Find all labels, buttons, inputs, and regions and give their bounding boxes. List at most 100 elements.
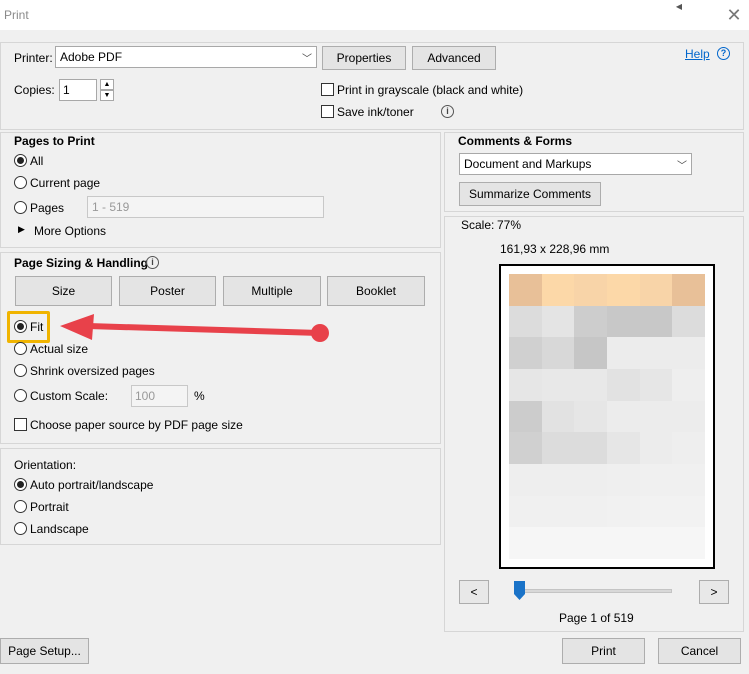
red-arrow-annotation (60, 314, 329, 342)
preview-pixel (574, 464, 608, 497)
preview-pixel (509, 527, 543, 560)
save-ink-checkbox[interactable] (321, 105, 334, 118)
custom-scale-value: 100 (135, 389, 156, 403)
preview-pixel (639, 369, 673, 402)
tab-booklet[interactable]: Booklet (327, 276, 425, 306)
grayscale-label: Print in grayscale (black and white) (337, 83, 524, 97)
preview-pixel (607, 305, 641, 338)
page-preview (499, 264, 715, 569)
percent-label: % (194, 389, 205, 403)
actual-size-radio[interactable] (14, 342, 27, 355)
preview-pixel (541, 305, 575, 338)
actual-size-label: Actual size (30, 342, 89, 356)
auto-orientation-label: Auto portrait/landscape (30, 478, 154, 492)
info-icon[interactable]: i (146, 256, 159, 269)
tab-multiple[interactable]: Multiple (223, 276, 321, 306)
landscape-label: Landscape (30, 522, 89, 536)
more-options-label[interactable]: More Options (34, 224, 106, 238)
custom-scale-input[interactable]: 100 (131, 385, 188, 407)
shrink-label: Shrink oversized pages (30, 364, 155, 378)
preview-pixel (509, 464, 543, 497)
print-button[interactable]: Print (562, 638, 645, 664)
auto-orientation-radio[interactable] (14, 478, 27, 491)
all-radio[interactable] (14, 154, 27, 167)
preview-pixel (541, 400, 575, 433)
shrink-radio[interactable] (14, 364, 27, 377)
copies-label: Copies: (14, 83, 55, 97)
copies-input[interactable]: 1 (59, 79, 97, 101)
custom-scale-label: Custom Scale: (30, 389, 109, 403)
portrait-radio[interactable] (14, 500, 27, 513)
preview-pixel (574, 400, 608, 433)
preview-pixel (672, 337, 706, 370)
preview-pixel (574, 432, 608, 465)
pages-range-input[interactable]: 1 - 519 (87, 196, 324, 218)
preview-pixel (607, 400, 641, 433)
copies-value: 1 (63, 83, 70, 97)
comments-select[interactable]: Document and Markups ﹀ (459, 153, 692, 175)
paper-source-checkbox[interactable] (14, 418, 27, 431)
grayscale-checkbox[interactable] (321, 83, 334, 96)
chevron-down-icon: ﹀ (677, 161, 687, 172)
preview-pixel (607, 274, 641, 307)
tab-size[interactable]: Size (15, 276, 112, 306)
page-slider-track[interactable] (514, 589, 672, 593)
portrait-label: Portrait (30, 500, 69, 514)
landscape-radio[interactable] (14, 522, 27, 535)
preview-pixel (639, 464, 673, 497)
help-icon[interactable]: ? (717, 47, 730, 60)
scale-value: 77% (497, 218, 522, 232)
page-sizing-title: Page Sizing & Handling (14, 256, 149, 270)
pages-label: Pages (30, 201, 65, 215)
help-link[interactable]: Help (685, 47, 710, 61)
prev-page-button[interactable]: < (459, 580, 489, 604)
preview-pixel (672, 274, 706, 307)
preview-pixel (509, 432, 543, 465)
preview-pixel (574, 337, 608, 370)
preview-pixel (509, 369, 543, 402)
paper-dimensions: 161,93 x 228,96 mm (500, 242, 610, 256)
close-icon[interactable]: ✕ (722, 3, 746, 27)
window-title: Print (4, 8, 29, 22)
preview-pixel (639, 495, 673, 528)
preview-pixel (574, 369, 608, 402)
page-preview-content (509, 274, 706, 560)
copies-up-button[interactable]: ▲ (100, 79, 114, 90)
title-bar (0, 0, 749, 30)
save-ink-label: Save ink/toner (337, 105, 414, 119)
page-indicator: Page 1 of 519 (559, 611, 634, 625)
next-page-button[interactable]: > (699, 580, 729, 604)
preview-pixel (541, 274, 575, 307)
all-label: All (30, 154, 44, 168)
preview-pixel (607, 495, 641, 528)
pages-to-print-title: Pages to Print (14, 134, 95, 148)
preview-pixel (607, 464, 641, 497)
properties-button[interactable]: Properties (322, 46, 406, 70)
summarize-comments-button[interactable]: Summarize Comments (459, 182, 601, 206)
printer-select[interactable]: Adobe PDF ﹀ (55, 46, 317, 68)
page-setup-button[interactable]: Page Setup... (0, 638, 89, 664)
advanced-button[interactable]: Advanced (412, 46, 496, 70)
copies-down-button[interactable]: ▼ (100, 90, 114, 101)
paper-source-label: Choose paper source by PDF page size (30, 418, 243, 432)
preview-pixel (509, 305, 543, 338)
preview-pixel (672, 527, 706, 560)
fit-radio[interactable] (14, 320, 27, 333)
tab-poster[interactable]: Poster (119, 276, 216, 306)
fit-label: Fit (30, 320, 44, 334)
triangle-right-icon[interactable]: ▶ (18, 224, 25, 235)
chevron-down-icon: ﹀ (302, 54, 312, 65)
custom-scale-radio[interactable] (14, 389, 27, 402)
cancel-button[interactable]: Cancel (658, 638, 741, 664)
current-page-radio[interactable] (14, 176, 27, 189)
preview-pixel (574, 305, 608, 338)
caret-icon: ◀ (675, 2, 683, 11)
page-slider-thumb[interactable] (514, 581, 525, 600)
preview-pixel (541, 432, 575, 465)
preview-pixel (509, 495, 543, 528)
info-icon[interactable]: i (441, 105, 454, 118)
preview-pixel (639, 337, 673, 370)
pages-radio[interactable] (14, 201, 27, 214)
preview-pixel (509, 400, 543, 433)
preview-pixel (509, 337, 543, 370)
